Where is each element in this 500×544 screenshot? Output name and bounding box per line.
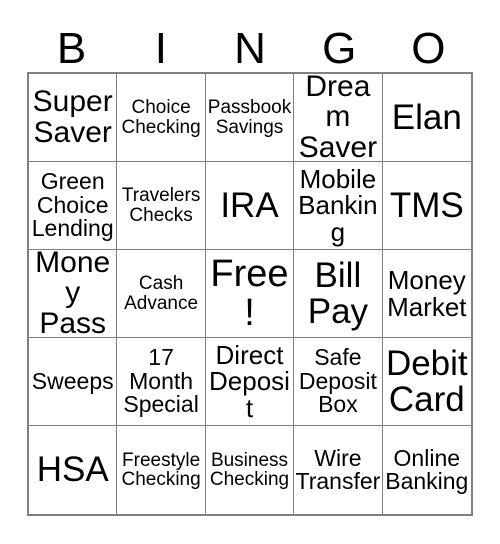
bingo-cell-label: Elan: [391, 97, 462, 137]
bingo-header-letter-g: G: [322, 24, 357, 73]
bingo-cell[interactable]: Money Pass: [29, 250, 118, 338]
bingo-cell[interactable]: Passbook Savings: [205, 74, 295, 162]
bingo-cell-label: 17 Month Special: [123, 344, 199, 418]
bingo-cell-label: Dream Saver: [298, 74, 378, 162]
bingo-card: B I N G O Super Saver Choice Checking Pa…: [27, 13, 473, 516]
bingo-header-letter-o: O: [411, 24, 446, 73]
bingo-cell[interactable]: Business Checking: [205, 426, 295, 514]
bingo-cell[interactable]: Online Banking: [382, 426, 471, 514]
bingo-cell-label: Passbook Savings: [207, 97, 292, 138]
bingo-cell-label: Cash Advance: [124, 273, 199, 314]
bingo-cell-label: Free!: [210, 252, 289, 334]
bingo-cell[interactable]: Freestyle Checking: [117, 426, 206, 514]
bingo-cell-label: Direct Deposit: [209, 339, 290, 423]
bingo-cell[interactable]: Sweeps: [29, 338, 118, 426]
bingo-cell-label: Choice Checking: [121, 97, 201, 138]
bingo-cell-label: Wire Transfer: [295, 444, 381, 494]
bingo-cell[interactable]: Safe Deposit Box: [294, 338, 383, 426]
bingo-cell[interactable]: Choice Checking: [117, 74, 206, 162]
bingo-cell-label: Travelers Checks: [121, 185, 201, 226]
bingo-cell-label: Debit Card: [385, 343, 468, 419]
bingo-header-row: B I N G O: [27, 13, 473, 72]
bingo-grid: Super Saver Choice Checking Passbook Sav…: [27, 72, 473, 516]
bingo-cell-label: TMS: [389, 185, 464, 225]
bingo-cell[interactable]: Elan: [382, 74, 471, 162]
bingo-cell[interactable]: Wire Transfer: [294, 426, 383, 514]
bingo-cell-label: HSA: [36, 450, 109, 490]
bingo-cell[interactable]: Cash Advance: [117, 250, 206, 338]
bingo-cell-label: Freestyle Checking: [121, 449, 201, 490]
bingo-cell-label: Money Market: [387, 264, 467, 322]
bingo-header-letter-i: I: [154, 24, 167, 73]
bingo-cell[interactable]: TMS: [382, 162, 471, 250]
bingo-cell-label: Sweeps: [31, 367, 114, 394]
bingo-cell[interactable]: Travelers Checks: [117, 162, 206, 250]
bingo-cell[interactable]: IRA: [205, 162, 295, 250]
bingo-cell[interactable]: Direct Deposit: [205, 338, 295, 426]
bingo-cell-label: Mobile Banking: [298, 163, 378, 247]
bingo-cell-label: Super Saver: [32, 84, 113, 149]
bingo-header-letter-b: B: [56, 24, 87, 73]
bingo-cell-label: Money Pass: [35, 250, 111, 338]
bingo-cell[interactable]: Bill Pay: [294, 250, 383, 338]
bingo-cell-label: Safe Deposit Box: [298, 344, 377, 418]
bingo-cell[interactable]: 17 Month Special: [117, 338, 206, 426]
bingo-cell[interactable]: Super Saver: [29, 74, 118, 162]
bingo-cell[interactable]: Green Choice Lending: [29, 162, 118, 250]
bingo-cell-label: IRA: [220, 185, 279, 225]
bingo-cell[interactable]: Debit Card: [382, 338, 471, 426]
bingo-cell-label: Business Checking: [209, 449, 290, 490]
bingo-cell-label: Online Banking: [385, 444, 469, 494]
bingo-cell[interactable]: Mobile Banking: [294, 162, 383, 250]
bingo-cell-label: Green Choice Lending: [31, 168, 114, 242]
bingo-cell-free-space[interactable]: Free!: [205, 250, 295, 338]
bingo-cell[interactable]: Dream Saver: [294, 74, 383, 162]
bingo-cell[interactable]: HSA: [29, 426, 118, 514]
bingo-header-letter-n: N: [234, 24, 266, 73]
bingo-cell[interactable]: Money Market: [382, 250, 471, 338]
bingo-cell-label: Bill Pay: [307, 255, 369, 331]
